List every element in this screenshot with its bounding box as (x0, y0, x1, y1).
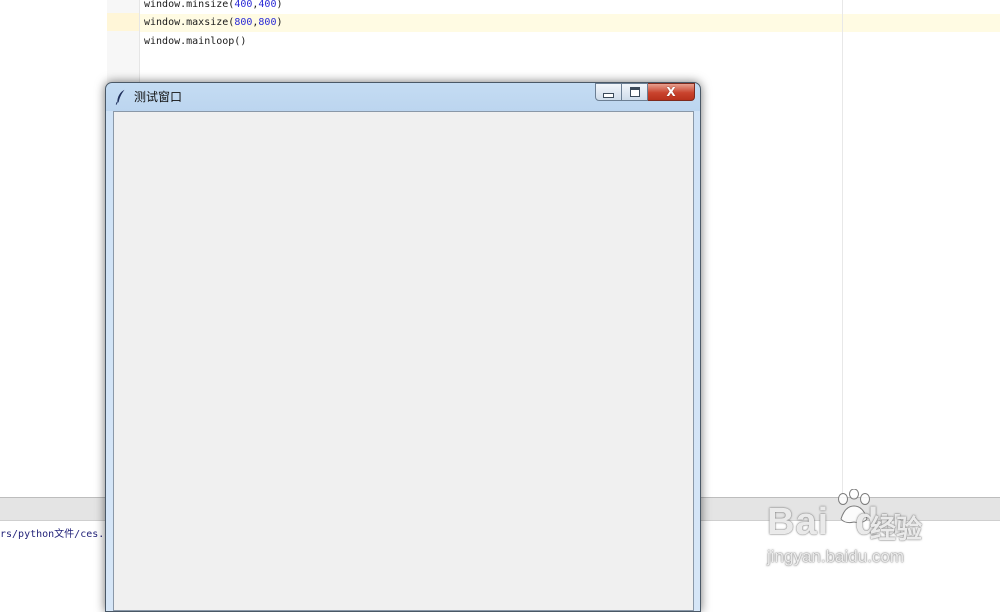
window-client-area[interactable] (113, 111, 694, 611)
baidu-watermark: Bai du 经验 jingyan.baidu.com (765, 487, 995, 577)
window-titlebar[interactable]: 测试窗口 X (106, 83, 700, 110)
gutter-current-line (107, 13, 139, 31)
code-line[interactable]: window.mainloop() (140, 33, 1000, 51)
tk-window[interactable]: 测试窗口 X (105, 82, 701, 612)
minimize-icon (603, 92, 614, 98)
minimize-button[interactable] (595, 83, 622, 101)
code-line[interactable]: window.minsize(400,400) (140, 0, 1000, 14)
maximize-button[interactable] (622, 83, 648, 101)
close-icon: X (666, 85, 676, 99)
right-margin-guide (842, 0, 843, 497)
code-line-current[interactable]: window.maxsize(800,800) (140, 14, 1000, 32)
watermark-cn: 经验 (870, 514, 923, 544)
console-path-line[interactable]: rs/python文件/ces.p (0, 525, 110, 540)
window-title: 测试窗口 (134, 90, 183, 104)
close-button[interactable]: X (648, 83, 695, 101)
tk-feather-icon (115, 89, 125, 105)
maximize-icon (629, 87, 640, 97)
watermark-url: jingyan.baidu.com (767, 547, 905, 566)
